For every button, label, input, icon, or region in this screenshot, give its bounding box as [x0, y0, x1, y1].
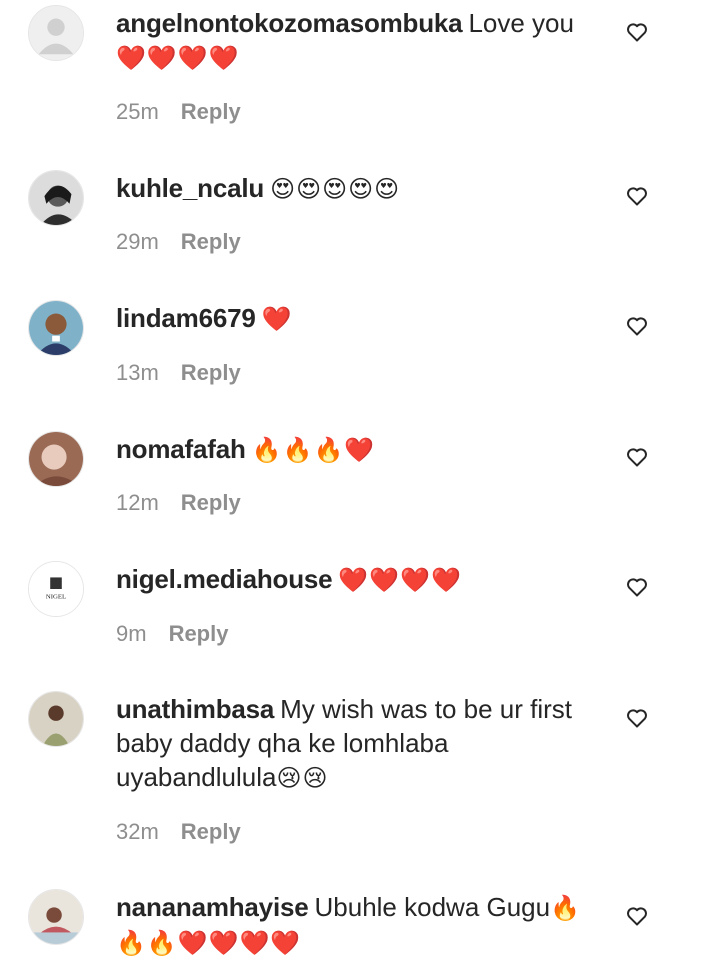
- comment-content: kuhle_ncalu 😍😍😍😍😍: [116, 171, 606, 206]
- comment-content: nigel.mediahouse ❤️❤️❤️❤️: [116, 562, 606, 597]
- comment-content: nomafafah 🔥🔥🔥❤️: [116, 432, 606, 467]
- comment-emoji: ❤️❤️❤️❤️: [338, 566, 462, 594]
- comment-time: 32m: [116, 819, 159, 844]
- comment-content: lindam6679 ❤️: [116, 301, 606, 336]
- reply-button[interactable]: Reply: [169, 621, 229, 646]
- comment-time: 9m: [116, 621, 147, 646]
- comment-meta: 32m Reply: [116, 818, 241, 846]
- reply-button[interactable]: Reply: [181, 229, 241, 254]
- heart-outline-icon[interactable]: [625, 445, 649, 469]
- reply-button[interactable]: Reply: [181, 490, 241, 515]
- heart-outline-icon[interactable]: [625, 706, 649, 730]
- comment-meta: 13m Reply: [116, 359, 241, 387]
- heart-outline-icon[interactable]: [625, 314, 649, 338]
- reply-button[interactable]: Reply: [181, 819, 241, 844]
- heart-outline-icon[interactable]: [625, 904, 649, 928]
- comment-username[interactable]: nananamhayise: [116, 892, 309, 922]
- comment-username[interactable]: angelnontokozomasombuka: [116, 8, 463, 38]
- heart-outline-icon[interactable]: [625, 184, 649, 208]
- avatar[interactable]: [28, 431, 84, 487]
- comment-emoji: 😢😢: [276, 764, 329, 792]
- comment-username[interactable]: lindam6679: [116, 303, 256, 333]
- comment-content: angelnontokozomasombuka Love you ❤️❤️❤️❤️: [116, 6, 606, 75]
- comment-emoji: ❤️: [261, 305, 293, 333]
- comment-time: 29m: [116, 229, 159, 254]
- comment-text: Love you: [468, 8, 574, 38]
- avatar[interactable]: [28, 691, 84, 747]
- comment-meta: 12m Reply: [116, 489, 241, 517]
- comment-emoji: ❤️❤️❤️❤️: [116, 44, 240, 72]
- nigel-logo-avatar[interactable]: NIGEL: [28, 561, 84, 617]
- comment-username[interactable]: kuhle_ncalu: [116, 173, 264, 203]
- comment-content: unathimbasa My wish was to be ur first ba…: [116, 692, 606, 795]
- comment-content: nananamhayise Ubuhle kodwa Gugu🔥🔥🔥❤️❤️❤️❤…: [116, 890, 606, 957]
- heart-outline-icon[interactable]: [625, 20, 649, 44]
- comment-username[interactable]: unathimbasa: [116, 694, 274, 724]
- avatar[interactable]: [28, 300, 84, 356]
- comment-username[interactable]: nigel.mediahouse: [116, 564, 333, 594]
- default-avatar-icon[interactable]: [28, 5, 84, 61]
- comment-username[interactable]: nomafafah: [116, 434, 246, 464]
- comment-meta: 29m Reply: [116, 228, 241, 256]
- nigel-logo-text: NIGEL: [46, 594, 66, 601]
- comment-meta: 25m Reply: [116, 98, 241, 126]
- heart-outline-icon[interactable]: [625, 575, 649, 599]
- comment-meta: 9m Reply: [116, 620, 228, 648]
- avatar[interactable]: [28, 889, 84, 945]
- reply-button[interactable]: Reply: [181, 360, 241, 385]
- comment-time: 25m: [116, 99, 159, 124]
- avatar[interactable]: [28, 170, 84, 226]
- comment-text: Ubuhle kodwa Gugu: [314, 892, 551, 922]
- comment-time: 12m: [116, 490, 159, 515]
- reply-button[interactable]: Reply: [181, 99, 241, 124]
- comment-emoji: 🔥🔥🔥❤️: [251, 436, 376, 464]
- comment-emoji: 😍😍😍😍😍: [270, 175, 401, 203]
- comment-time: 13m: [116, 360, 159, 385]
